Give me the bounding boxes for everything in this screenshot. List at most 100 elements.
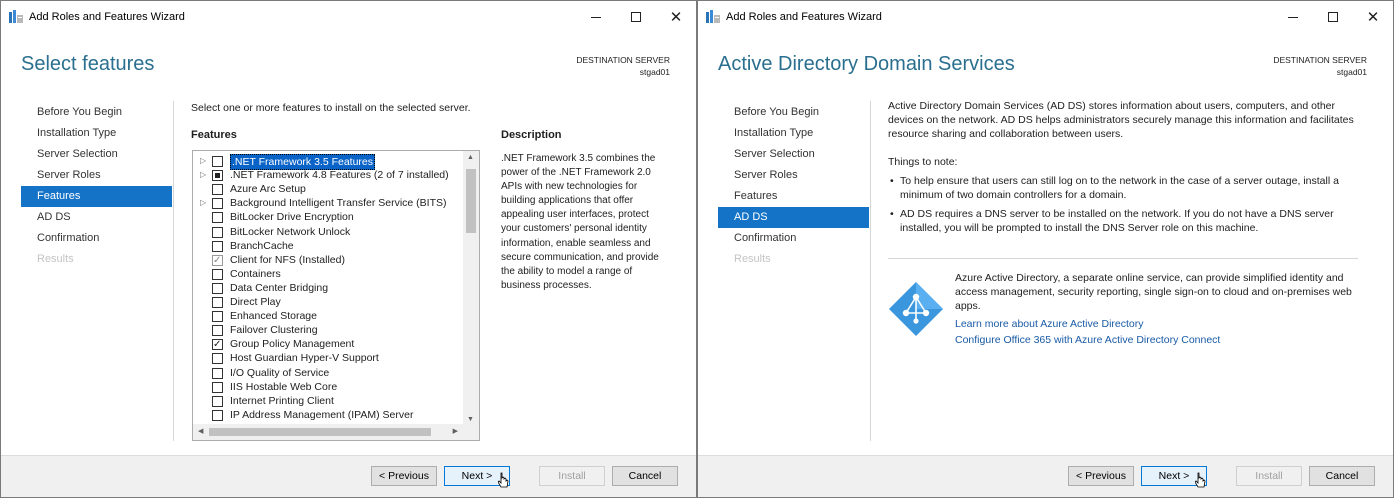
feature-label: Containers — [230, 267, 281, 280]
minimize-icon — [1288, 16, 1298, 18]
feature-label: Data Center Bridging — [230, 281, 329, 294]
horizontal-scrollbar[interactable]: ◀ ▶ — [193, 424, 463, 440]
feature-checkbox[interactable] — [212, 184, 223, 196]
feature-row[interactable]: Host Guardian Hyper-V Support — [193, 351, 463, 365]
feature-row[interactable]: Internet Printing Client — [193, 394, 463, 408]
install-button[interactable]: Install — [1236, 466, 1302, 486]
feature-checkbox[interactable] — [212, 339, 223, 351]
nav-item-confirmation[interactable]: Confirmation — [718, 228, 869, 249]
scroll-right-icon[interactable]: ▶ — [453, 427, 458, 435]
nav-item-features[interactable]: Features — [21, 186, 172, 207]
minimize-button[interactable] — [1273, 5, 1313, 29]
title-bar[interactable]: Add Roles and Features Wizard ✕ — [698, 1, 1393, 32]
feature-row[interactable]: Azure Arc Setup — [193, 182, 463, 196]
feature-row[interactable]: Direct Play — [193, 295, 463, 309]
destination-server-name: stgad01 — [1336, 67, 1367, 77]
note-text-1: To help ensure that users can still log … — [900, 175, 1339, 202]
feature-row[interactable]: ▷ .NET Framework 4.8 Features (2 of 7 ins… — [193, 168, 463, 182]
scroll-left-icon[interactable]: ◀ — [198, 427, 203, 435]
feature-row[interactable]: IP Address Management (IPAM) Server — [193, 408, 463, 422]
feature-row[interactable]: IIS Hostable Web Core — [193, 380, 463, 394]
cancel-button[interactable]: Cancel — [1309, 466, 1375, 486]
expand-icon[interactable]: ▷ — [200, 168, 208, 182]
feature-checkbox[interactable] — [212, 240, 223, 252]
feature-label: Internet Printing Client — [230, 394, 334, 407]
feature-row[interactable]: Client for NFS (Installed) — [193, 253, 463, 267]
feature-checkbox[interactable] — [212, 381, 223, 393]
scroll-thumb[interactable] — [466, 169, 476, 233]
destination-server: DESTINATION SERVER stgad01 — [1273, 54, 1367, 78]
feature-checkbox[interactable] — [212, 212, 223, 224]
feature-checkbox[interactable] — [212, 170, 223, 182]
feature-row[interactable]: Failover Clustering — [193, 323, 463, 337]
wizard-footer: < Previous Next > Install Cancel — [698, 455, 1393, 497]
nav-item-before-you-begin[interactable]: Before You Begin — [21, 102, 172, 123]
scroll-up-icon[interactable]: ▲ — [467, 154, 474, 161]
feature-checkbox[interactable] — [212, 156, 223, 167]
close-icon: ✕ — [669, 8, 683, 26]
minimize-icon — [591, 16, 601, 18]
server-manager-icon — [706, 10, 720, 23]
maximize-button[interactable] — [1313, 5, 1353, 29]
nav-item-server-roles[interactable]: Server Roles — [21, 165, 172, 186]
feature-row[interactable]: ▷ .NET Framework 3.5 Features — [193, 154, 463, 170]
page-title: Active Directory Domain Services — [718, 53, 1015, 75]
nav-item-installation-type[interactable]: Installation Type — [718, 123, 869, 144]
scroll-down-icon[interactable]: ▼ — [467, 416, 474, 423]
nav-item-server-roles[interactable]: Server Roles — [718, 165, 869, 186]
feature-label: IP Address Management (IPAM) Server — [230, 408, 414, 421]
feature-row[interactable]: BranchCache — [193, 239, 463, 253]
feature-label: Failover Clustering — [230, 324, 318, 337]
feature-label: BitLocker Drive Encryption — [230, 211, 354, 224]
feature-checkbox[interactable] — [212, 226, 223, 238]
feature-checkbox[interactable] — [212, 297, 223, 308]
divider — [173, 101, 174, 441]
feature-checkbox[interactable] — [212, 353, 223, 365]
previous-button[interactable]: < Previous — [1068, 466, 1134, 486]
feature-row[interactable]: BitLocker Network Unlock — [193, 225, 463, 239]
nav-item-features[interactable]: Features — [718, 186, 869, 207]
hscroll-thumb[interactable] — [209, 428, 431, 436]
feature-row[interactable]: Containers — [193, 267, 463, 281]
feature-checkbox[interactable] — [212, 395, 223, 407]
configure-office365-link[interactable]: Configure Office 365 with Azure Active D… — [955, 334, 1220, 346]
nav-item-ad-ds[interactable]: AD DS — [718, 207, 869, 228]
feature-checkbox[interactable] — [212, 198, 223, 210]
vertical-scrollbar[interactable]: ▲ ▼ — [463, 151, 479, 426]
feature-row[interactable]: Data Center Bridging — [193, 281, 463, 295]
feature-row[interactable]: Group Policy Management — [193, 337, 463, 351]
maximize-icon — [1328, 12, 1338, 22]
feature-checkbox[interactable] — [212, 268, 223, 280]
feature-checkbox[interactable] — [212, 325, 223, 337]
description-label: Description — [501, 129, 562, 141]
nav-item-ad-ds[interactable]: AD DS — [21, 207, 172, 228]
feature-row[interactable]: ▷ Background Intelligent Transfer Service… — [193, 196, 463, 210]
cancel-button[interactable]: Cancel — [612, 466, 678, 486]
feature-label: Enhanced Storage — [230, 310, 317, 323]
nav-item-confirmation[interactable]: Confirmation — [21, 228, 172, 249]
install-button[interactable]: Install — [539, 466, 605, 486]
expand-icon[interactable]: ▷ — [200, 154, 208, 168]
feature-checkbox[interactable] — [212, 409, 223, 421]
close-button[interactable]: ✕ — [1353, 5, 1393, 29]
nav-item-server-selection[interactable]: Server Selection — [21, 144, 172, 165]
feature-checkbox[interactable] — [212, 367, 223, 379]
nav-item-server-selection[interactable]: Server Selection — [718, 144, 869, 165]
title-bar[interactable]: Add Roles and Features Wizard ✕ — [1, 1, 696, 32]
feature-row[interactable]: BitLocker Drive Encryption — [193, 210, 463, 224]
feature-label: Group Policy Management — [230, 338, 355, 351]
previous-button[interactable]: < Previous — [371, 466, 437, 486]
maximize-button[interactable] — [616, 5, 656, 29]
close-button[interactable]: ✕ — [656, 5, 696, 29]
minimize-button[interactable] — [576, 5, 616, 29]
feature-row[interactable]: Enhanced Storage — [193, 309, 463, 323]
features-tree[interactable]: ▷ .NET Framework 3.5 Features ▷ .NET Framew… — [192, 150, 480, 441]
feature-checkbox[interactable] — [212, 311, 223, 323]
feature-checkbox[interactable] — [212, 254, 223, 266]
feature-row[interactable]: I/O Quality of Service — [193, 366, 463, 380]
expand-icon[interactable]: ▷ — [200, 196, 208, 210]
nav-item-before-you-begin[interactable]: Before You Begin — [718, 102, 869, 123]
nav-item-installation-type[interactable]: Installation Type — [21, 123, 172, 144]
feature-checkbox[interactable] — [212, 282, 223, 294]
learn-more-azure-ad-link[interactable]: Learn more about Azure Active Directory — [955, 318, 1144, 330]
